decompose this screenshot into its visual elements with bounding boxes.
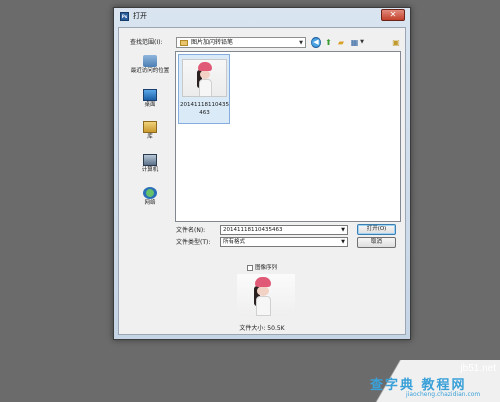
view-dropdown-icon[interactable]: ▼ (359, 37, 365, 48)
library-icon (143, 121, 157, 133)
places-bar: 最近访问的位置 桌面 库 计算机 网络 (129, 51, 171, 222)
desktop-icon (143, 89, 157, 101)
file-size-text: 文件大小: 50.5K (239, 325, 285, 332)
filename-label: 文件名(N): (176, 227, 206, 234)
place-label: 计算机 (141, 167, 159, 173)
preview-icon[interactable]: ▣ (391, 37, 401, 48)
filetype-value: 所有格式 (223, 239, 246, 245)
watermark-url: jiaocheng.chazidian.com (406, 391, 481, 398)
folder-icon (180, 40, 188, 46)
file-list[interactable]: 20141118110435463 (175, 51, 401, 222)
place-label: 库 (147, 134, 153, 140)
open-button[interactable]: 打开(O) (357, 224, 396, 235)
place-label: 网络 (144, 200, 156, 206)
chevron-down-icon[interactable]: ▼ (341, 238, 345, 246)
look-in-combo[interactable]: 图片加闪转铅笔 ▼ (176, 37, 306, 48)
recent-places-icon (143, 55, 157, 67)
image-preview (237, 274, 295, 316)
chevron-down-icon[interactable]: ▼ (299, 39, 303, 47)
computer-icon (143, 154, 157, 166)
close-button[interactable]: ✕ (381, 9, 405, 21)
cancel-button[interactable]: 取消 (357, 237, 396, 248)
dialog-body: 查找范围(I): 图片加闪转铅笔 ▼ ◀ ⬆ ▰ ▦ ▼ ▣ 最近访问的位置 桌… (118, 27, 406, 335)
place-label: 桌面 (144, 102, 156, 108)
network-icon (143, 187, 157, 199)
place-desktop[interactable]: 桌面 (129, 89, 171, 109)
image-sequence-checkbox[interactable] (247, 265, 253, 271)
chevron-down-icon[interactable]: ▼ (341, 226, 345, 234)
place-network[interactable]: 网络 (129, 187, 171, 207)
back-icon[interactable]: ◀ (311, 37, 321, 48)
file-name-label: 20141118110435463 (180, 102, 229, 116)
watermark: jb51.net 查字典 教程网 jiaocheng.chazidian.com (358, 360, 500, 402)
filename-value: 20141118110435463 (223, 227, 283, 233)
open-dialog: Ps 打开 ✕ 查找范围(I): 图片加闪转铅笔 ▼ ◀ ⬆ ▰ ▦ ▼ ▣ 最… (113, 7, 411, 340)
dialog-title: 打开 (133, 12, 147, 20)
filetype-label: 文件类型(T): (176, 239, 211, 246)
image-thumbnail (182, 59, 227, 97)
file-item-selected[interactable]: 20141118110435463 (178, 54, 230, 124)
new-folder-icon[interactable]: ▰ (336, 37, 346, 48)
look-in-value: 图片加闪转铅笔 (191, 39, 234, 46)
place-label: 最近访问的位置 (130, 68, 170, 74)
place-recent[interactable]: 最近访问的位置 (129, 55, 171, 75)
place-library[interactable]: 库 (129, 121, 171, 141)
up-folder-icon[interactable]: ⬆ (324, 37, 333, 48)
filetype-select[interactable]: 所有格式 ▼ (220, 237, 348, 247)
place-computer[interactable]: 计算机 (129, 154, 171, 174)
look-in-label: 查找范围(I): (130, 39, 163, 46)
filename-input[interactable]: 20141118110435463 ▼ (220, 225, 348, 235)
title-bar[interactable]: Ps 打开 ✕ (114, 8, 410, 25)
image-sequence-label: 图像序列 (255, 265, 278, 271)
watermark-site: jb51.net (460, 363, 496, 374)
photoshop-app-icon: Ps (120, 12, 129, 21)
